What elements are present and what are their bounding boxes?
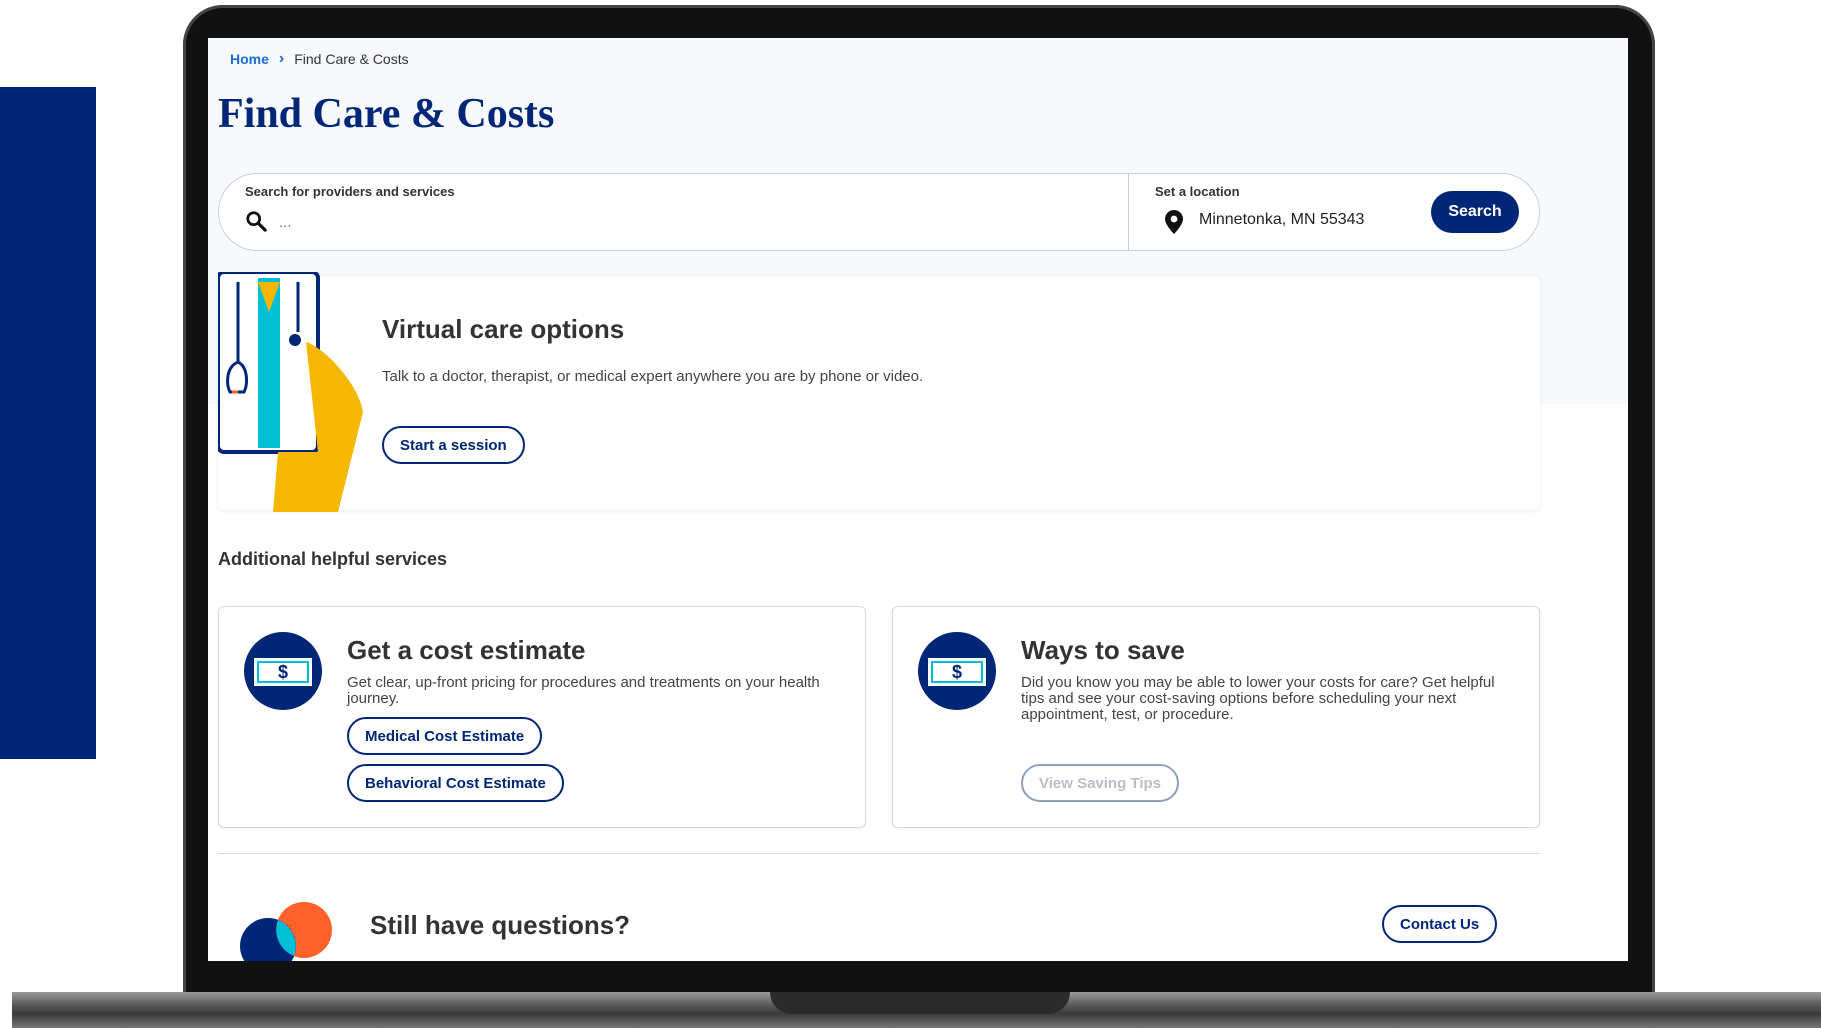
breadcrumb-current: Find Care & Costs bbox=[294, 51, 409, 67]
presentation-stage: Home › Find Care & Costs Find Care & Cos… bbox=[0, 0, 1821, 1028]
location-pin-icon bbox=[1165, 210, 1183, 234]
virtual-care-title: Virtual care options bbox=[382, 314, 625, 344]
search-label: Search for providers and services bbox=[245, 184, 455, 199]
search-bar: Search for providers and services Set a … bbox=[218, 173, 1540, 251]
laptop-notch bbox=[770, 992, 1070, 1014]
location-label: Set a location bbox=[1155, 184, 1240, 199]
money-icon: $ bbox=[918, 632, 996, 710]
breadcrumb: Home › Find Care & Costs bbox=[230, 50, 409, 68]
location-value[interactable]: Minnetonka, MN 55343 bbox=[1199, 211, 1364, 229]
behavioral-cost-estimate-button[interactable]: Behavioral Cost Estimate bbox=[347, 764, 564, 802]
breadcrumb-home-link[interactable]: Home bbox=[230, 51, 269, 67]
laptop-screen: Home › Find Care & Costs Find Care & Cos… bbox=[208, 38, 1628, 961]
questions-illustration bbox=[240, 902, 332, 961]
virtual-care-card: Virtual care options Talk to a doctor, t… bbox=[218, 272, 1540, 512]
ways-to-save-card: $ Ways to save Did you know you may be a… bbox=[892, 606, 1540, 828]
search-input[interactable] bbox=[279, 210, 1099, 234]
ways-to-save-description: Did you know you may be able to lower yo… bbox=[1021, 674, 1495, 723]
search-icon bbox=[246, 211, 267, 232]
decorative-side-panel bbox=[0, 87, 96, 759]
money-symbol: $ bbox=[278, 662, 288, 682]
additional-services-title: Additional helpful services bbox=[218, 549, 448, 569]
view-saving-tips-button[interactable]: View Saving Tips bbox=[1021, 764, 1179, 802]
cost-estimate-card: $ Get a cost estimate Get clear, up-fron… bbox=[218, 606, 866, 828]
phone-doctor-illustration bbox=[218, 272, 363, 512]
section-divider bbox=[218, 853, 1540, 854]
cost-estimate-description: Get clear, up-front pricing for procedur… bbox=[347, 674, 820, 707]
money-symbol: $ bbox=[952, 662, 962, 682]
provider-search-section: Search for providers and services bbox=[219, 174, 1129, 250]
start-session-button[interactable]: Start a session bbox=[382, 426, 525, 464]
money-icon: $ bbox=[244, 632, 322, 710]
ways-to-save-title: Ways to save bbox=[1021, 635, 1185, 665]
page-title: Find Care & Costs bbox=[218, 91, 555, 137]
virtual-care-description: Talk to a doctor, therapist, or medical … bbox=[382, 368, 924, 385]
questions-title: Still have questions? bbox=[370, 910, 631, 940]
cost-estimate-title: Get a cost estimate bbox=[347, 635, 586, 665]
medical-cost-estimate-button[interactable]: Medical Cost Estimate bbox=[347, 717, 543, 755]
chevron-right-icon: › bbox=[278, 50, 285, 67]
search-button[interactable]: Search bbox=[1431, 191, 1519, 233]
contact-us-button[interactable]: Contact Us bbox=[1382, 905, 1498, 943]
